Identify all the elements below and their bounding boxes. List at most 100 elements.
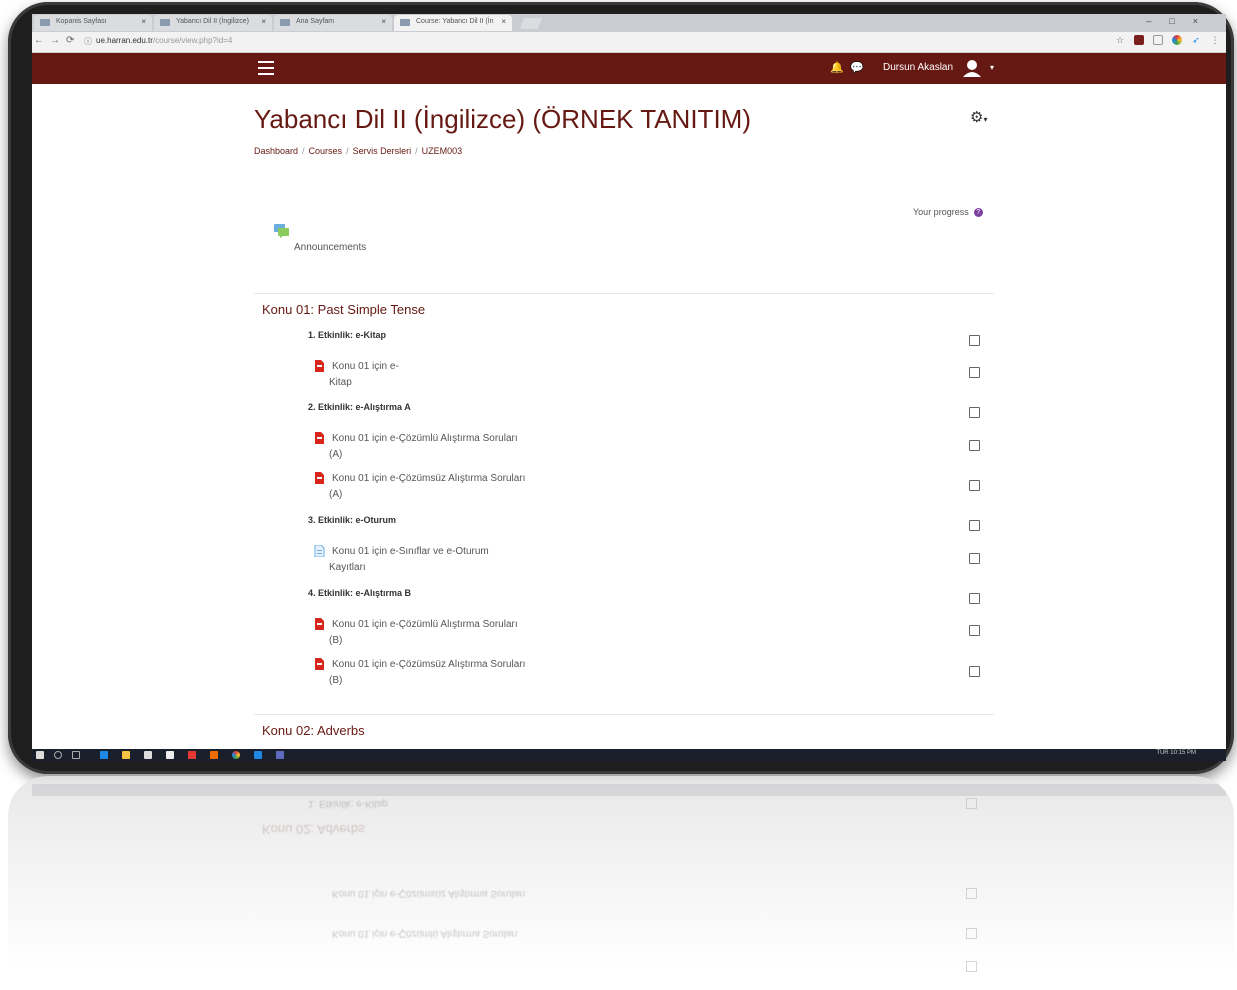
app-icon[interactable] <box>276 751 284 759</box>
forward-icon[interactable]: → <box>50 35 60 46</box>
progress-label: Your progress <box>913 207 969 217</box>
reflection-checkbox <box>966 798 977 809</box>
activity-name-cont: (A) <box>329 449 343 460</box>
store-icon[interactable] <box>144 751 152 759</box>
activity-name-cont: Kayıtları <box>329 562 366 573</box>
completion-checkbox[interactable] <box>969 666 980 677</box>
reload-icon[interactable]: ⟳ <box>66 35 74 46</box>
tab-close-icon[interactable]: × <box>261 15 266 29</box>
folder-icon[interactable] <box>122 751 130 759</box>
pdf-icon <box>315 360 324 372</box>
url-field[interactable]: ue.harran.edu.tr/course/view.php?id=4 <box>96 36 232 45</box>
breadcrumb-servis-dersleri[interactable]: Servis Dersleri <box>353 146 412 156</box>
hamburger-menu-icon[interactable] <box>258 61 274 79</box>
activity-name-cont: (B) <box>329 635 343 646</box>
tab-favicon-icon <box>160 19 170 26</box>
search-icon[interactable] <box>54 751 62 759</box>
avatar[interactable] <box>961 57 983 79</box>
breadcrumb-course[interactable]: UZEM003 <box>422 146 463 156</box>
tab-favicon-icon <box>280 19 290 26</box>
pdf-icon <box>315 472 324 484</box>
completion-checkbox[interactable] <box>969 480 980 491</box>
browser-tab[interactable]: Ana Sayfam × <box>274 15 392 31</box>
edge-icon[interactable] <box>100 751 108 759</box>
completion-checkbox[interactable] <box>969 553 980 564</box>
reflection-text: Konu 01 için e-Çözümsüz Alıştırma Sorula… <box>332 888 526 899</box>
activity-label: 1. Etkinlik: e-Kitap <box>308 330 387 340</box>
settings-caret: ▾ <box>983 115 988 124</box>
browser-menu-icon[interactable]: ⋮ <box>1210 35 1220 45</box>
settings-gear-icon[interactable]: ⚙▾ <box>970 108 987 126</box>
bookmark-star-icon[interactable]: ☆ <box>1115 35 1125 45</box>
reflection-checkbox <box>966 961 977 972</box>
activity-label: 2. Etkinlik: e-Alıştırma A <box>308 402 411 412</box>
activity-name: Konu 01 için e-Sınıflar ve e-Oturum <box>332 546 489 557</box>
app-icon[interactable] <box>254 751 262 759</box>
task-view-icon[interactable] <box>72 751 80 759</box>
extension-icon[interactable] <box>1153 35 1163 45</box>
screen-reflection: 1. Etkinlik: e-Kitap Konu 02: Adverbs Ko… <box>8 776 1234 990</box>
tab-favicon-icon <box>40 19 50 26</box>
notifications-bell-icon[interactable]: 🔔 <box>830 61 844 74</box>
completion-checkbox[interactable] <box>969 593 980 604</box>
messages-chat-icon[interactable]: 💬 <box>850 61 864 74</box>
activity-link[interactable]: Konu 01 için e-Çözümlü Alıştırma Sorular… <box>315 617 518 649</box>
activity-link[interactable]: Konu 01 için e-Sınıflar ve e-Oturum Kayı… <box>314 544 489 576</box>
activity-label: 3. Etkinlik: e-Oturum <box>308 515 397 525</box>
completion-checkbox[interactable] <box>969 440 980 451</box>
help-icon[interactable]: ? <box>973 208 983 218</box>
back-icon[interactable]: ← <box>34 35 44 46</box>
completion-checkbox[interactable] <box>969 407 980 418</box>
tab-close-icon[interactable]: × <box>501 15 506 29</box>
activity-name: Konu 01 için e-Çözümsüz Alıştırma Sorula… <box>332 659 526 670</box>
window-controls[interactable]: –□× <box>1146 16 1216 26</box>
breadcrumb-separator: / <box>302 146 305 156</box>
section-title[interactable]: Konu 01: Past Simple Tense <box>262 302 425 317</box>
activity-link[interactable]: Konu 01 için e- Kitap <box>315 359 399 391</box>
breadcrumb-dashboard[interactable]: Dashboard <box>254 146 298 156</box>
user-name[interactable]: Dursun Akaslan <box>883 62 953 73</box>
completion-checkbox[interactable] <box>969 520 980 531</box>
reflection-text: Konu 01 için e-Çözümlü Alıştırma Sorular… <box>332 928 518 939</box>
activity-link[interactable]: Konu 01 için e-Çözümlü Alıştırma Sorular… <box>315 431 518 463</box>
start-icon[interactable] <box>36 751 44 759</box>
new-tab-button[interactable] <box>519 18 543 29</box>
extension-arrow-icon[interactable]: ➶ <box>1191 35 1201 45</box>
tab-close-icon[interactable]: × <box>141 15 146 29</box>
activity-name: Konu 01 için e- <box>332 361 399 372</box>
completion-checkbox[interactable] <box>969 367 980 378</box>
page-content: Yabancı Dil II (İngilizce) (ÖRNEK TANITI… <box>32 84 1226 761</box>
pdf-icon <box>315 432 324 444</box>
browser-tab-active[interactable]: Course: Yabancı Dil II (İn × <box>394 15 512 31</box>
reflection-checkbox <box>966 888 977 899</box>
os-taskbar: TUR 10:15 PM <box>32 749 1226 761</box>
app-icon[interactable] <box>166 751 174 759</box>
section-title[interactable]: Konu 02: Adverbs <box>262 723 365 738</box>
app-icon[interactable] <box>188 751 196 759</box>
screen: Kopanis Sayfası × Yabancı Dil II (İngili… <box>32 14 1226 761</box>
completion-checkbox[interactable] <box>969 625 980 636</box>
forum-icon <box>274 224 289 238</box>
app-icon[interactable] <box>210 751 218 759</box>
breadcrumb-courses[interactable]: Courses <box>309 146 343 156</box>
completion-checkbox[interactable] <box>969 335 980 346</box>
chrome-icon[interactable] <box>232 751 240 759</box>
activity-link[interactable]: Konu 01 için e-Çözümsüz Alıştırma Sorula… <box>315 657 526 689</box>
activity-name: Konu 01 için e-Çözümlü Alıştırma Sorular… <box>332 619 518 630</box>
taskbar-clock: TUR 10:15 PM <box>1156 750 1196 756</box>
activity-name-cont: (A) <box>329 489 343 500</box>
pdf-icon <box>315 658 324 670</box>
browser-tab[interactable]: Yabancı Dil II (İngilizce) × <box>154 15 272 31</box>
browser-tab[interactable]: Kopanis Sayfası × <box>34 15 152 31</box>
site-navbar: 🔔 💬 Dursun Akaslan ▾ <box>32 53 1226 84</box>
activity-name-cont: Kitap <box>329 377 352 388</box>
activity-link[interactable]: Konu 01 için e-Çözümsüz Alıştırma Sorula… <box>315 471 525 503</box>
your-progress: Your progress? <box>913 207 983 218</box>
info-icon[interactable]: ⓘ <box>84 36 92 47</box>
tab-close-icon[interactable]: × <box>381 15 386 29</box>
url-path: /course/view.php?id=4 <box>152 36 233 45</box>
user-menu-caret-icon[interactable]: ▾ <box>990 63 994 72</box>
announcements-link[interactable]: Announcements <box>294 242 366 253</box>
color-extension-icon[interactable] <box>1172 35 1182 45</box>
pdf-extension-icon[interactable] <box>1134 35 1144 45</box>
